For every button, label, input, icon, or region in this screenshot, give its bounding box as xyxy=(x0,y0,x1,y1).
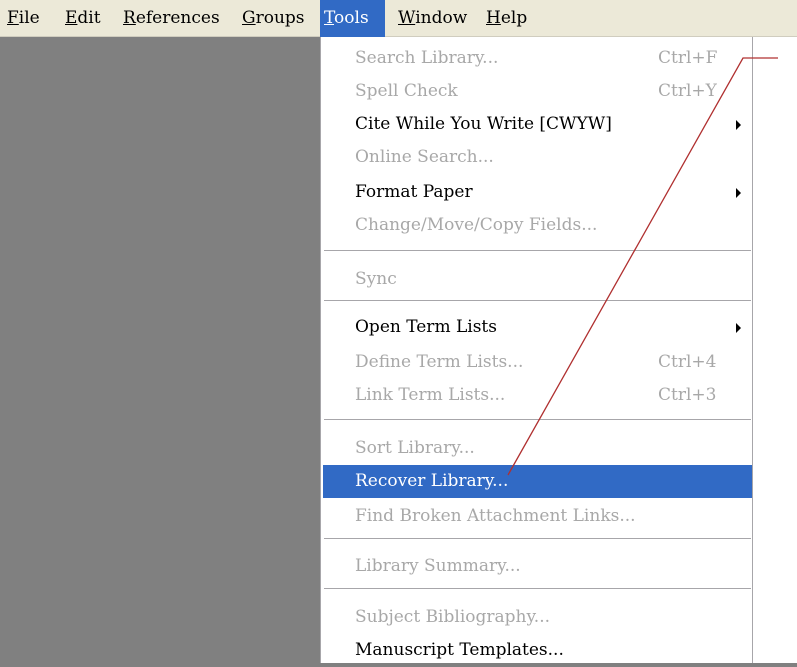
annotation-overlay xyxy=(507,57,778,476)
annotation-leader-line xyxy=(507,57,778,476)
